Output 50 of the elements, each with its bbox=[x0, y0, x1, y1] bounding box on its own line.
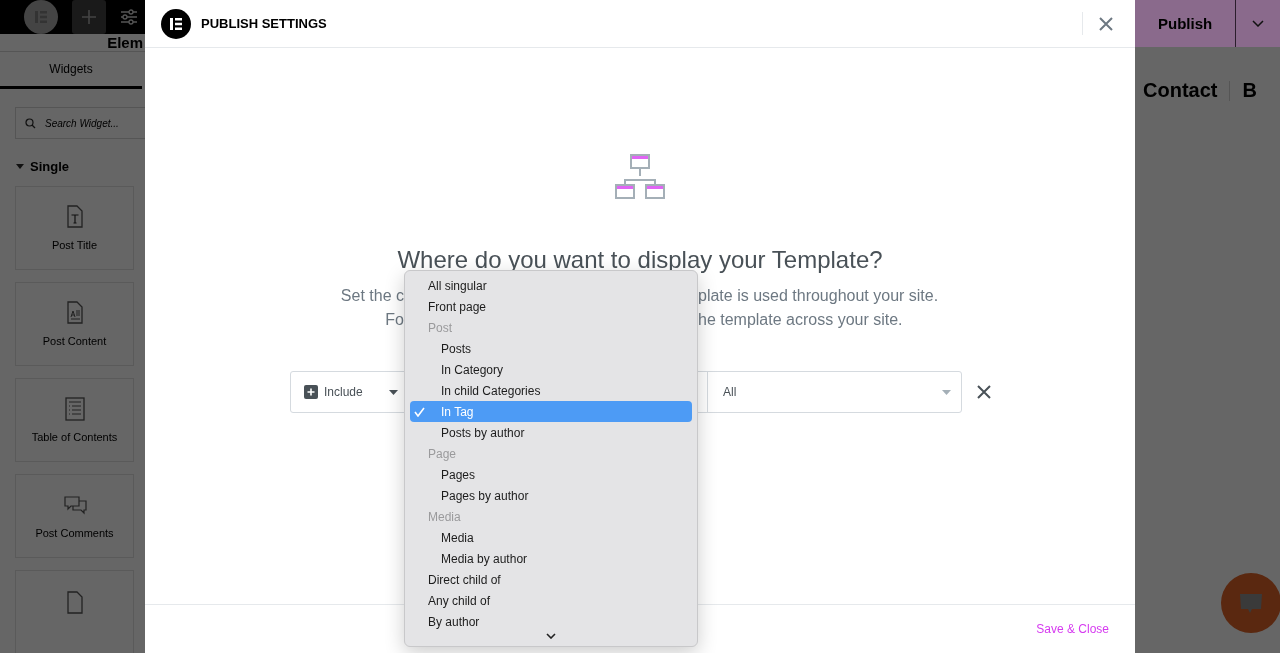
description-text: Fo bbox=[385, 310, 404, 330]
nav-link[interactable]: Contact bbox=[1143, 79, 1218, 102]
speech-bubbles-icon bbox=[62, 493, 87, 517]
dropdown-option[interactable]: Pages bbox=[410, 464, 692, 485]
dropdown-option[interactable]: All singular bbox=[410, 275, 692, 296]
description-text: plate is used throughout your site. bbox=[698, 286, 939, 306]
dropdown-option[interactable]: Pages by author bbox=[410, 485, 692, 506]
publish-button[interactable]: Publish bbox=[1135, 0, 1235, 47]
chat-bubble-icon bbox=[1239, 592, 1263, 614]
widget-card[interactable]: Post Content bbox=[15, 282, 134, 366]
group-label: Post bbox=[427, 319, 452, 337]
widget-label: Post Comments bbox=[35, 527, 114, 539]
widget-card[interactable]: Post Title bbox=[15, 186, 134, 270]
chevron-down-icon bbox=[546, 633, 556, 639]
dropdown-option[interactable]: By author bbox=[410, 611, 692, 632]
save-and-close-button[interactable]: Save & Close bbox=[1036, 620, 1109, 638]
group-label: Media bbox=[427, 508, 461, 526]
widget-label: Post Title bbox=[51, 239, 98, 251]
description-text: he template across your site. bbox=[698, 310, 903, 330]
plus-icon bbox=[81, 9, 97, 25]
dropdown-option[interactable]: Posts bbox=[410, 338, 692, 359]
widget-card[interactable]: Table of Contents bbox=[15, 378, 134, 462]
list-icon bbox=[62, 397, 87, 421]
caret-down-icon bbox=[16, 163, 24, 170]
modal-title: PUBLISH SETTINGS bbox=[201, 16, 327, 31]
description-text: Set the c bbox=[340, 286, 404, 306]
widget-label: Table of Contents bbox=[31, 431, 118, 443]
close-icon bbox=[977, 385, 991, 399]
widgets-tab[interactable]: Widgets bbox=[0, 52, 142, 89]
dropdown-option[interactable]: Media by author bbox=[410, 548, 692, 569]
logo-mark bbox=[169, 16, 183, 31]
search-icon bbox=[25, 118, 36, 129]
widget-card[interactable]: Post Comments bbox=[15, 474, 134, 558]
panel-title: Elem bbox=[107, 34, 143, 51]
group-label: Page bbox=[427, 445, 457, 463]
search-field[interactable]: Search Widget... bbox=[15, 107, 145, 139]
close-icon bbox=[1099, 16, 1113, 31]
dropdown-option[interactable]: Posts by author bbox=[410, 422, 692, 443]
chevron-down-icon bbox=[1252, 20, 1264, 27]
nav-link[interactable]: B bbox=[1242, 79, 1257, 102]
widget-label: Post Content bbox=[42, 335, 107, 347]
dropdown-option[interactable]: Any child of bbox=[410, 590, 692, 611]
sitemap-icon bbox=[614, 154, 666, 202]
sliders-icon bbox=[120, 9, 138, 25]
chat-button[interactable] bbox=[1221, 573, 1280, 633]
dropdown-option[interactable]: Direct child of bbox=[410, 569, 692, 590]
category-header[interactable]: Single bbox=[0, 139, 69, 174]
dropdown-option[interactable]: Media bbox=[410, 527, 692, 548]
heading: Where do you want to display your Template? bbox=[397, 246, 883, 274]
dropdown-option[interactable]: Front page bbox=[410, 296, 692, 317]
